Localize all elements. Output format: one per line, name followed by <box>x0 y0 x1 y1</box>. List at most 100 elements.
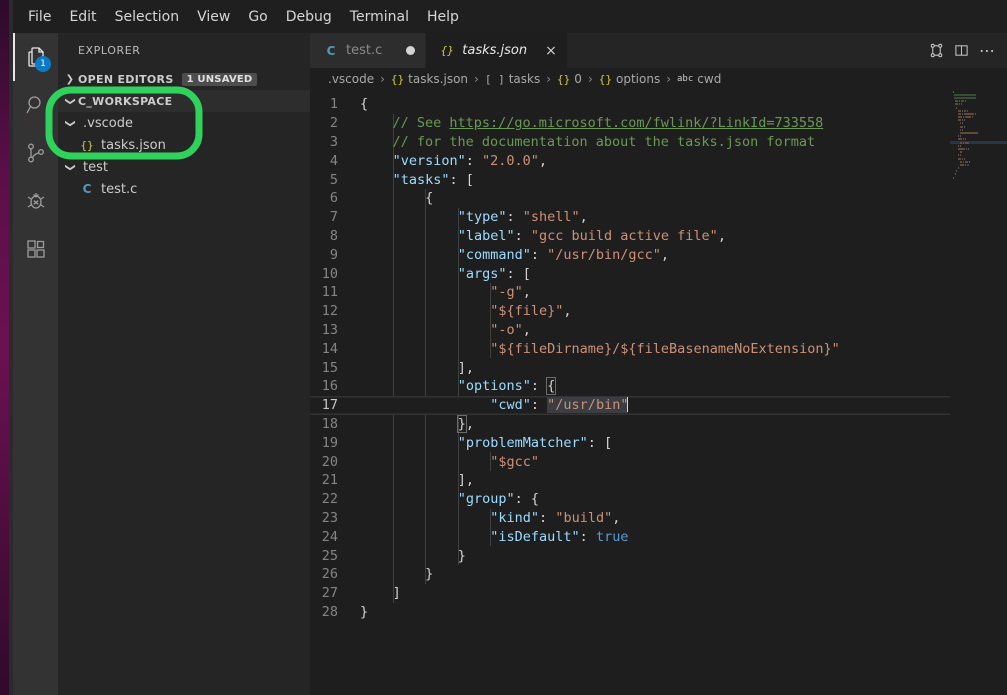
unsaved-count-badge: 1 UNSAVED <box>181 72 258 86</box>
code-line[interactable]: 24 "isDefault": true <box>310 527 1007 546</box>
code-line[interactable]: 12 "${file}", <box>310 302 1007 321</box>
code-line[interactable]: 17 "cwd": "/usr/bin" <box>310 395 1007 415</box>
line-content: "${fileDirname}/${fileBasenameNoExtensio… <box>490 340 840 357</box>
tree-folder-test[interactable]: ❯ test <box>58 156 310 178</box>
code-line[interactable]: 2 // See https://go.microsoft.com/fwlink… <box>310 114 1007 133</box>
code-line[interactable]: 7 "type": "shell", <box>310 208 1007 227</box>
workspace-label: C_WORKSPACE <box>78 94 173 108</box>
menu-item-help[interactable]: Help <box>418 7 468 27</box>
code-editor[interactable]: 1{2 // See https://go.microsoft.com/fwli… <box>310 90 1007 695</box>
open-editors-label: OPEN EDITORS <box>78 72 174 86</box>
code-line[interactable]: 3 // for the documentation about the tas… <box>310 133 1007 152</box>
breadcrumb-type-icon: {} <box>390 72 405 86</box>
breadcrumb-item-options[interactable]: {} options <box>599 72 660 86</box>
line-content: } <box>425 566 434 583</box>
chevron-right-icon: ❯ <box>65 73 75 85</box>
menu-item-edit[interactable]: Edit <box>60 7 105 27</box>
source-control-icon <box>24 141 48 165</box>
code-line[interactable]: 8 "label": "gcc build active file", <box>310 227 1007 246</box>
breadcrumb-item-0[interactable]: {} 0 <box>557 72 582 86</box>
split-editor-icon[interactable] <box>954 43 969 58</box>
breadcrumb-item-vscode[interactable]: .vscode <box>328 72 374 86</box>
breadcrumb-label: cwd <box>697 72 722 86</box>
editor-tab-test-c[interactable]: Ctest.c <box>310 33 427 68</box>
code-line[interactable]: 19 "problemMatcher": [ <box>310 433 1007 452</box>
breadcrumb-label: tasks <box>508 72 541 86</box>
code-line[interactable]: 22 "group": { <box>310 490 1007 509</box>
sidebar-section-open-editors[interactable]: ❯ OPEN EDITORS 1 UNSAVED <box>58 68 310 90</box>
menu-item-terminal[interactable]: Terminal <box>341 7 418 27</box>
editor-tab-bar: Ctest.c {} tasks.json × ⋯ <box>310 33 1007 68</box>
code-line[interactable]: 25 } <box>310 546 1007 565</box>
close-icon[interactable]: × <box>545 44 557 58</box>
code-line[interactable]: 10 "args": [ <box>310 264 1007 283</box>
code-line[interactable]: 13 "-o", <box>310 321 1007 340</box>
menu-bar: File Edit Selection View Go Debug Terminal Help <box>13 0 1007 33</box>
run-task-icon[interactable] <box>929 43 944 58</box>
explorer-badge: 1 <box>35 56 51 72</box>
code-line[interactable]: 28} <box>310 603 1007 622</box>
tree-file-tasksjson[interactable]: {} tasks.json <box>58 134 310 156</box>
code-line[interactable]: 15 ], <box>310 358 1007 377</box>
line-content: }, <box>456 414 474 433</box>
line-content: { <box>425 190 434 207</box>
code-line[interactable]: 6 { <box>310 189 1007 208</box>
menu-item-file[interactable]: File <box>19 7 60 27</box>
code-line[interactable]: 5 "tasks": [ <box>310 170 1007 189</box>
menu-item-view[interactable]: View <box>188 7 239 27</box>
text-selection: "/usr/bin" <box>547 397 629 414</box>
editor-group: Ctest.c{} tasks.json × ⋯ .vscode › {} ta… <box>310 33 1007 695</box>
line-number: 28 <box>321 603 338 620</box>
code-line[interactable]: 23 "kind": "build", <box>310 509 1007 528</box>
editor-tab-tasks-json[interactable]: {} tasks.json × <box>426 33 568 68</box>
tree-folder-vscode[interactable]: ❯ .vscode <box>58 112 310 134</box>
code-line[interactable]: 9 "command": "/usr/bin/gcc", <box>310 245 1007 264</box>
more-actions-icon[interactable]: ⋯ <box>979 42 995 58</box>
code-lines: 1{2 // See https://go.microsoft.com/fwli… <box>310 95 1007 621</box>
breadcrumb-item-tasks[interactable]: [ ] tasks <box>485 72 540 86</box>
vscode-window: File Edit Selection View Go Debug Terminal Help… <box>0 0 1007 695</box>
breadcrumb-separator: › <box>546 72 552 86</box>
menu-item-go[interactable]: Go <box>239 7 276 27</box>
code-line[interactable]: 27 ] <box>310 584 1007 603</box>
line-content: // See https://go.microsoft.com/fwlink/?… <box>360 115 824 132</box>
menu-item-selection[interactable]: Selection <box>106 7 189 27</box>
activitybar-item-debug[interactable] <box>13 177 58 225</box>
activitybar-item-extensions[interactable] <box>13 225 58 273</box>
line-number: 12 <box>321 303 338 320</box>
sidebar-section-workspace[interactable]: ❯ C_WORKSPACE <box>58 90 310 112</box>
code-line[interactable]: 20 "$gcc" <box>310 452 1007 471</box>
activitybar-item-explorer[interactable]: 1 <box>13 33 58 81</box>
code-line[interactable]: 11 "-g", <box>310 283 1007 302</box>
line-number: 6 <box>329 190 338 207</box>
line-content: "version": "2.0.0", <box>392 152 548 169</box>
code-line[interactable]: 16 "options": { <box>310 377 1007 396</box>
breadcrumb-item-cwd[interactable]: abc cwd <box>677 72 721 86</box>
line-number: 22 <box>321 491 338 508</box>
breadcrumb-item-tasksjson[interactable]: {} tasks.json <box>391 72 468 86</box>
minimap[interactable] <box>950 90 1007 695</box>
activitybar-item-search[interactable] <box>13 81 58 129</box>
line-content: "-o", <box>490 321 531 338</box>
code-line[interactable]: 26 } <box>310 565 1007 584</box>
activitybar-item-source-control[interactable] <box>13 129 58 177</box>
activity-bar: 1 <box>13 33 58 695</box>
breadcrumb-separator: › <box>474 72 479 86</box>
breadcrumb-type-icon: abc <box>677 74 694 84</box>
line-number: 3 <box>329 133 338 150</box>
tab-label: test.c <box>346 43 383 58</box>
line-content: "tasks": [ <box>392 171 474 188</box>
tree-file-testc[interactable]: Ctest.c <box>58 178 310 200</box>
menu-item-debug[interactable]: Debug <box>277 7 341 27</box>
code-line[interactable]: 14 "${fileDirname}/${fileBasenameNoExten… <box>310 339 1007 358</box>
code-line[interactable]: 18 }, <box>310 414 1007 434</box>
chevron-down-icon: ❯ <box>64 96 76 106</box>
line-number: 17 <box>321 397 338 414</box>
code-line[interactable]: 21 ], <box>310 471 1007 490</box>
code-line[interactable]: 4 "version": "2.0.0", <box>310 151 1007 170</box>
breadcrumb-separator: › <box>666 72 672 86</box>
line-content: "cwd": "/usr/bin" <box>490 397 629 414</box>
line-number: 27 <box>321 585 338 602</box>
line-content: "isDefault": true <box>490 528 629 545</box>
code-line[interactable]: 1{ <box>310 95 1007 114</box>
